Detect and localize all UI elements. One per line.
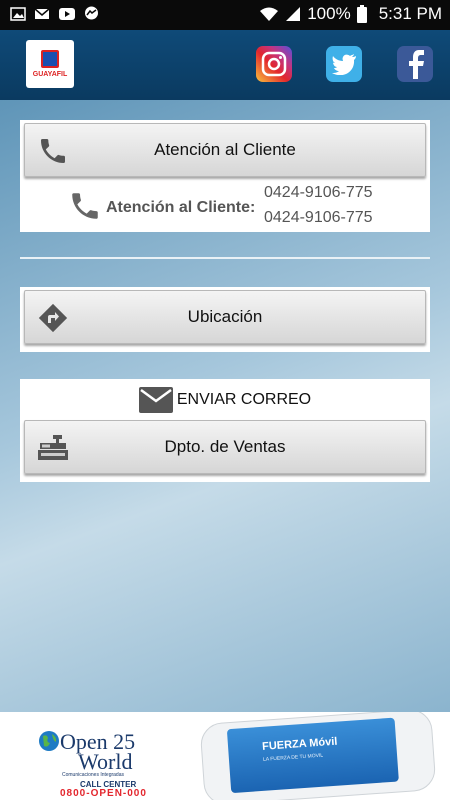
status-bar: 100% 5:31 PM [0, 0, 450, 30]
ad-phone-brand: FUERZA Móvil [261, 735, 338, 753]
clock: 5:31 PM [378, 4, 442, 23]
facebook-icon [409, 50, 424, 79]
atencion-label: Atención al Cliente: [106, 199, 256, 216]
battery-icon [356, 5, 367, 23]
instagram-icon [261, 51, 287, 77]
ad-phone: 0800-OPEN-000 [60, 788, 147, 799]
signal-icon [286, 7, 301, 21]
directions-icon [38, 303, 68, 333]
battery-percent: 100% [307, 4, 351, 23]
phone-icon [72, 193, 98, 219]
phone-icon [41, 139, 65, 163]
phone-number[interactable]: 0424-9106-775 [264, 209, 373, 227]
enviar-correo-header: ENVIAR CORREO [20, 384, 430, 416]
ad-tagline: Comunicaciones Integradas [62, 772, 124, 778]
main-content: Atención al Cliente Atención al Cliente:… [0, 100, 450, 712]
ubicacion-button-label: Ubicación [187, 307, 263, 326]
atencion-button-label: Atención al Cliente [154, 140, 296, 159]
atencion-al-cliente-button[interactable]: Atención al Cliente [24, 123, 426, 177]
app-logo: GUAYAFIL [26, 40, 74, 88]
ubicacion-card: Ubicación [20, 287, 430, 352]
notification-icons [10, 6, 99, 21]
app-header: GUAYAFIL [0, 30, 450, 100]
correo-card: ENVIAR CORREO Dpto. de Ventas [20, 379, 430, 482]
messenger-notification-icon [85, 6, 98, 20]
ad-phone-image: FUERZA Móvil LA FUERZA DE TU MOVIL [199, 712, 437, 800]
instagram-button[interactable] [256, 46, 292, 82]
logo-mark [41, 50, 59, 68]
globe-icon [39, 731, 59, 751]
atencion-card: Atención al Cliente Atención al Cliente:… [20, 120, 430, 232]
cash-register-icon [38, 435, 68, 460]
ubicacion-button[interactable]: Ubicación [24, 290, 426, 344]
phone-number[interactable]: 0424-9106-775 [264, 184, 373, 202]
wifi-icon [260, 7, 279, 21]
mail-notification-icon [34, 7, 50, 19]
twitter-icon [332, 54, 356, 75]
mail-icon [138, 387, 173, 413]
twitter-button[interactable] [326, 46, 362, 82]
ad-banner[interactable]: Open 25 World Comunicaciones Integradas … [12, 712, 438, 800]
enviar-correo-title: ENVIAR CORREO [176, 391, 312, 408]
youtube-notification-icon [59, 7, 75, 20]
section-divider [20, 257, 430, 259]
facebook-button[interactable] [397, 46, 433, 82]
logo-text: GUAYAFIL [32, 71, 68, 78]
ad-brand-world: World [78, 749, 133, 774]
image-notification-icon [10, 6, 26, 21]
ad-phone-screen: FUERZA Móvil LA FUERZA DE TU MOVIL [226, 717, 399, 794]
dpto-ventas-button-label: Dpto. de Ventas [164, 437, 286, 456]
dpto-ventas-button[interactable]: Dpto. de Ventas [24, 420, 426, 474]
ad-phone-screen-tagline: LA FUERZA DE TU MOVIL [262, 752, 324, 763]
